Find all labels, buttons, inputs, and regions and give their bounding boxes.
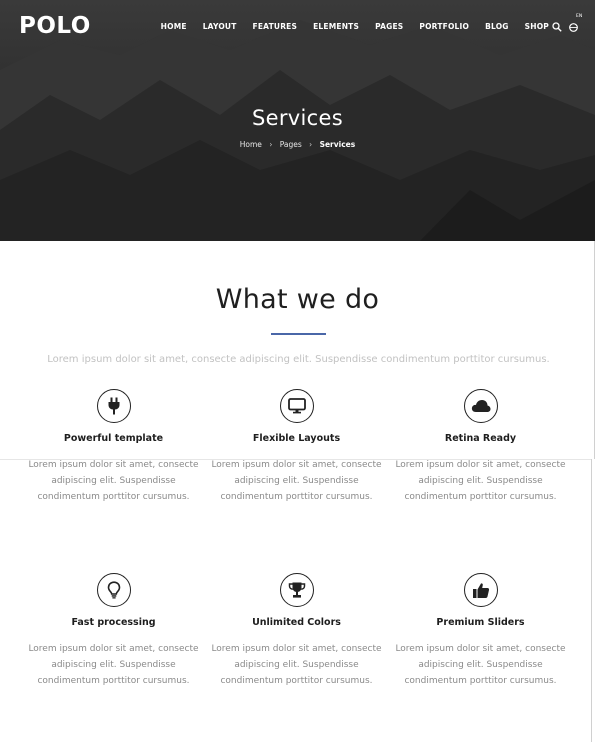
nav-item-blog[interactable]: BLOG xyxy=(485,22,509,31)
feature-title: Retina Ready xyxy=(444,433,517,444)
page-hero: POLO HOME LAYOUT FEATURES ELEMENTS PAGES… xyxy=(0,0,595,241)
site-logo[interactable]: POLO xyxy=(19,13,91,39)
cloud-icon xyxy=(463,389,498,423)
feature-card: Flexible Layouts Lorem ipsum dolor sit a… xyxy=(205,389,388,505)
feature-title: Unlimited Colors xyxy=(252,617,341,628)
breadcrumb-pages[interactable]: Pages xyxy=(280,140,302,149)
frame-edge xyxy=(591,459,592,742)
monitor-icon xyxy=(279,389,314,423)
section-title: What we do xyxy=(215,284,380,315)
nav-item-home[interactable]: HOME xyxy=(161,22,187,31)
chevron-right-icon: › xyxy=(269,140,273,149)
feature-title: Flexible Layouts xyxy=(252,433,341,444)
feature-card: Fast processing Lorem ipsum dolor sit am… xyxy=(22,573,205,689)
feature-title: Fast processing xyxy=(71,617,156,628)
feature-title: Powerful template xyxy=(63,433,164,444)
nav-icons: EN xyxy=(552,14,582,32)
nav-item-features[interactable]: FEATURES xyxy=(253,22,298,31)
breadcrumb: Home › Pages › Services xyxy=(0,140,595,149)
feature-description: Lorem ipsum dolor sit amet, consecte adi… xyxy=(211,460,382,502)
nav-item-shop[interactable]: SHOP xyxy=(525,22,549,31)
feature-description: Lorem ipsum dolor sit amet, consecte adi… xyxy=(28,644,199,686)
feature-description: Lorem ipsum dolor sit amet, consecte adi… xyxy=(211,644,382,686)
section-lead: Lorem ipsum dolor sit amet, consecte adi… xyxy=(47,354,550,365)
chevron-right-icon: › xyxy=(309,140,313,149)
nav-item-layout[interactable]: LAYOUT xyxy=(203,22,237,31)
nav-item-portfolio[interactable]: PORTFOLIO xyxy=(419,22,469,31)
language-icon[interactable]: EN xyxy=(569,14,582,32)
breadcrumb-home[interactable]: Home xyxy=(240,140,262,149)
feature-card: Retina Ready Lorem ipsum dolor sit amet,… xyxy=(389,389,572,505)
feature-card: Premium Sliders Lorem ipsum dolor sit am… xyxy=(389,573,572,689)
page-title: Services xyxy=(252,106,343,130)
breadcrumb-current: Services xyxy=(319,140,356,149)
language-badge: EN xyxy=(576,14,583,19)
feature-description: Lorem ipsum dolor sit amet, consecte adi… xyxy=(395,460,566,502)
nav-item-pages[interactable]: PAGES xyxy=(375,22,403,31)
feature-card: Unlimited Colors Lorem ipsum dolor sit a… xyxy=(205,573,388,689)
nav-menu: HOME LAYOUT FEATURES ELEMENTS PAGES PORT… xyxy=(145,22,549,31)
feature-title: Premium Sliders xyxy=(436,617,525,628)
trophy-icon xyxy=(279,573,314,607)
lightbulb-icon xyxy=(96,573,131,607)
title-underline xyxy=(271,333,326,335)
nav-item-elements[interactable]: ELEMENTS xyxy=(313,22,359,31)
feature-card: Powerful template Lorem ipsum dolor sit … xyxy=(22,389,205,505)
thumbs-up-icon xyxy=(463,573,498,607)
plug-icon xyxy=(96,389,131,423)
main-navigation: POLO HOME LAYOUT FEATURES ELEMENTS PAGES… xyxy=(0,0,595,55)
feature-description: Lorem ipsum dolor sit amet, consecte adi… xyxy=(395,644,566,686)
search-icon[interactable] xyxy=(552,19,562,32)
feature-description: Lorem ipsum dolor sit amet, consecte adi… xyxy=(28,460,199,502)
